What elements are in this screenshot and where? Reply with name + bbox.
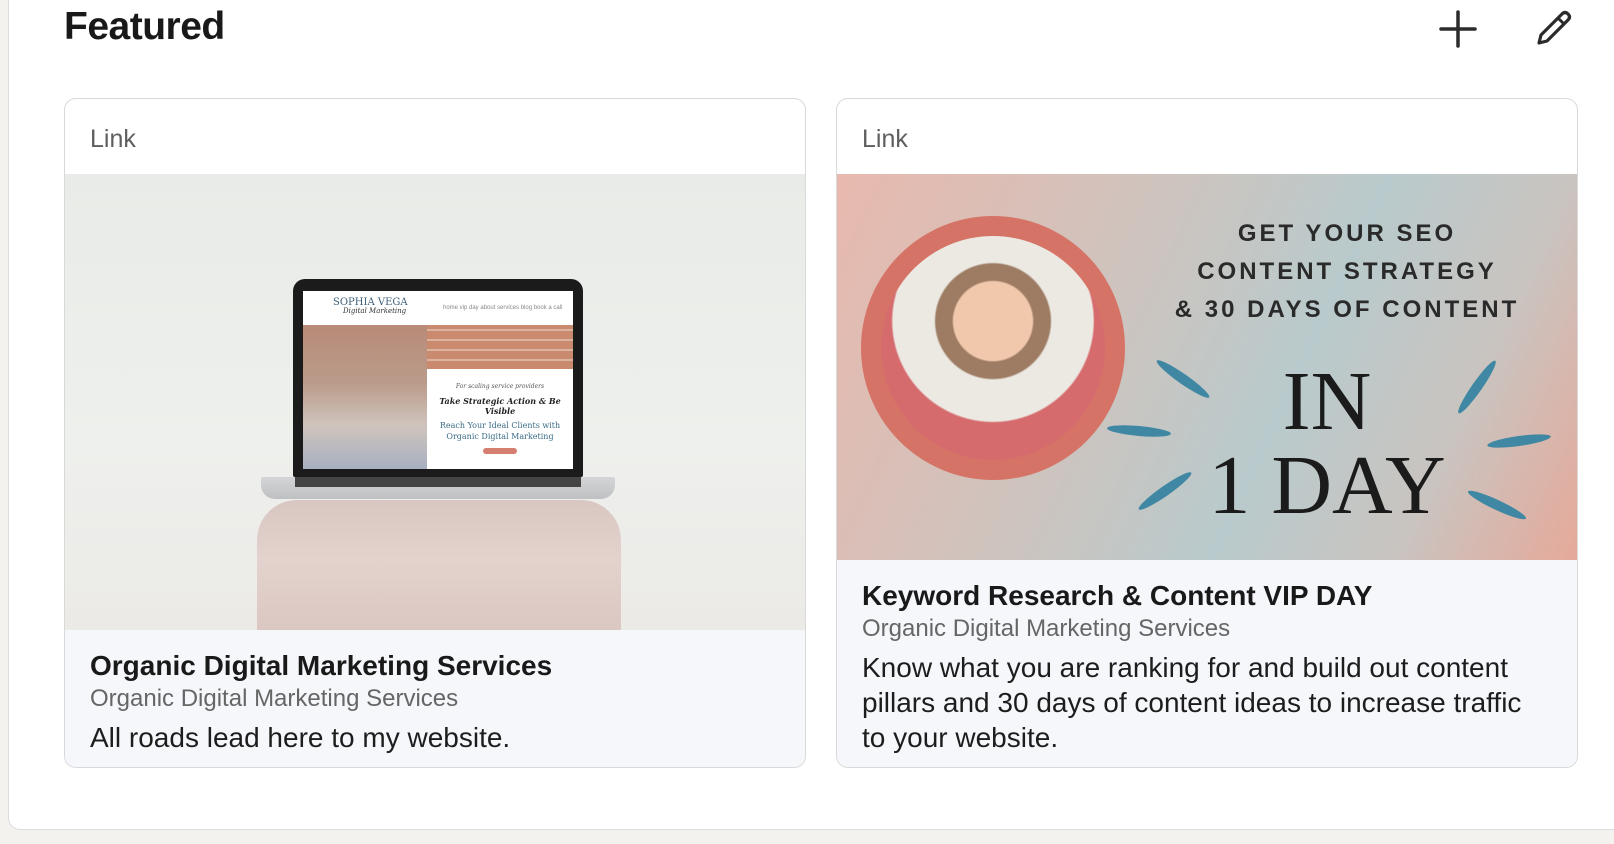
site-brick-wall xyxy=(427,325,573,369)
card-description: Know what you are ranking for and build … xyxy=(862,652,1522,753)
site-cta-button xyxy=(483,448,517,454)
card-thumbnail-laptop[interactable]: SOPHIA VEGA Digital Marketing home vip d… xyxy=(65,174,805,630)
pouf-image xyxy=(257,500,621,630)
promo-line-3: & 30 DAYS OF CONTENT xyxy=(1174,296,1520,323)
laptop-keyboard xyxy=(295,477,581,487)
card-body: Organic Digital Marketing Services Organ… xyxy=(65,630,805,767)
site-tagline: For scaling service providers xyxy=(455,383,545,390)
site-hero-text: For scaling service providers Take Strat… xyxy=(427,369,573,469)
plus-icon xyxy=(1439,10,1477,48)
section-title: Featured xyxy=(64,5,225,48)
site-header: SOPHIA VEGA Digital Marketing home vip d… xyxy=(303,291,573,325)
card-thumbnail-seo-promo[interactable]: GET YOUR SEO CONTENT STRATEGY & 30 DAYS … xyxy=(837,174,1577,560)
card-title: Organic Digital Marketing Services xyxy=(90,650,553,681)
website-screenshot: SOPHIA VEGA Digital Marketing home vip d… xyxy=(303,291,573,469)
site-nav: home vip day about services blog book a … xyxy=(443,305,563,311)
promo-line-2: CONTENT STRATEGY xyxy=(1197,258,1497,285)
card-type-label: Link xyxy=(90,125,136,153)
add-featured-button[interactable] xyxy=(1432,3,1484,55)
site-subheadline: Reach Your Ideal Clients with Organic Di… xyxy=(439,421,561,441)
featured-section: Featured Link SOPHIA VEGA Digital Market… xyxy=(8,0,1614,830)
card-body: Keyword Research & Content VIP DAY Organ… xyxy=(837,560,1577,767)
site-headline: Take Strategic Action & Be Visible xyxy=(439,396,561,416)
laptop-image: SOPHIA VEGA Digital Marketing home vip d… xyxy=(293,279,583,477)
promo-line-1: GET YOUR SEO xyxy=(1237,220,1457,247)
edit-featured-button[interactable] xyxy=(1527,3,1579,55)
card-subtitle: Organic Digital Marketing Services xyxy=(862,615,1231,642)
card-subtitle: Organic Digital Marketing Services xyxy=(90,685,459,712)
featured-card-vip-day[interactable]: Link GET YOUR SEO CONTENT STRATEGY & 30 … xyxy=(836,98,1578,768)
card-type-label: Link xyxy=(862,125,908,153)
site-portrait-photo xyxy=(303,325,427,469)
pencil-icon xyxy=(1537,10,1572,45)
featured-card-website[interactable]: Link SOPHIA VEGA Digital Marketing home … xyxy=(64,98,806,768)
site-logo-script: Digital Marketing xyxy=(343,307,407,315)
card-description: All roads lead here to my website. xyxy=(90,722,511,753)
card-title: Keyword Research & Content VIP DAY xyxy=(862,580,1373,611)
portrait-photo xyxy=(881,236,1105,460)
